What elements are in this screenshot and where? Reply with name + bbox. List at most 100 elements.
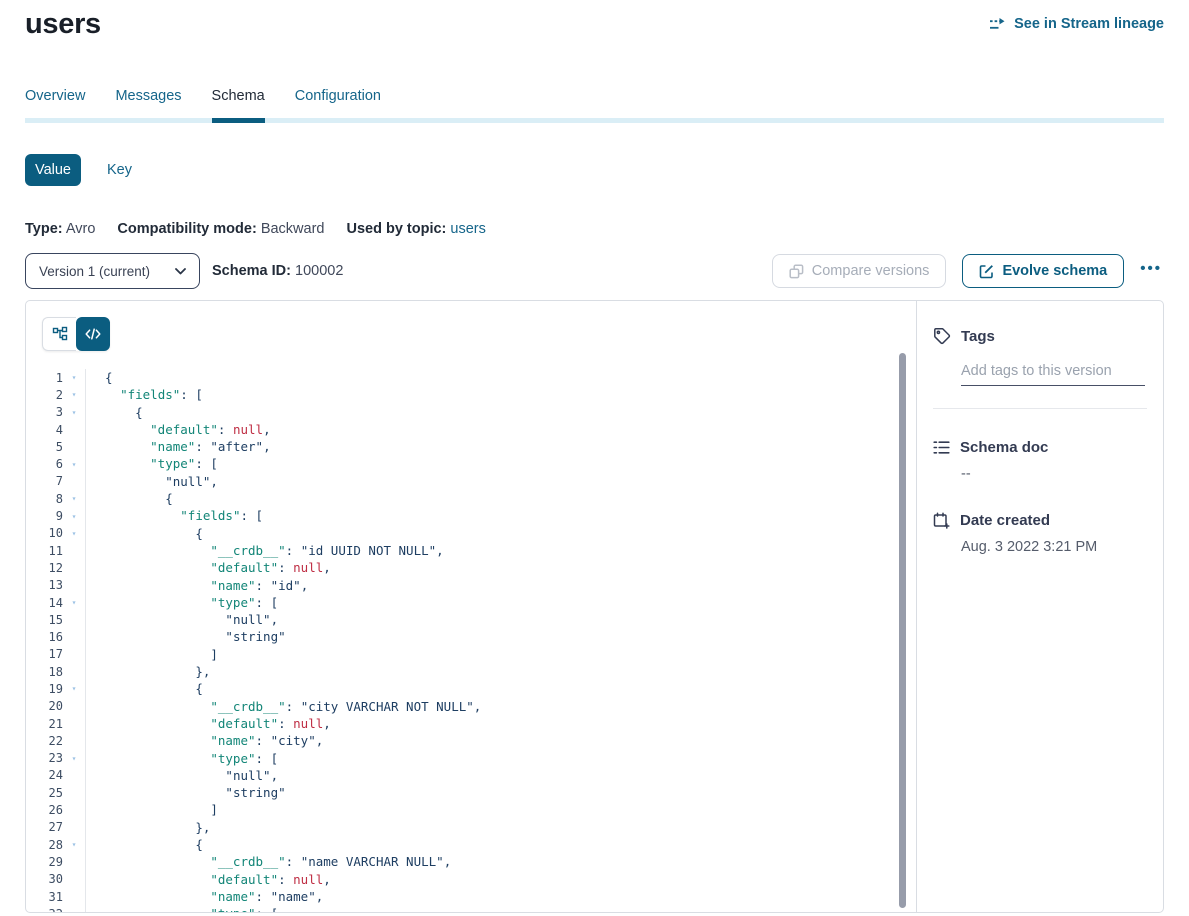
code-line: {: [105, 404, 916, 421]
code-line: "__crdb__": "city VARCHAR NOT NULL",: [105, 698, 916, 715]
code-line: "type": [: [105, 750, 916, 767]
date-created-value: Aug. 3 2022 3:21 PM: [961, 539, 1147, 555]
compare-versions-button[interactable]: Compare versions: [772, 254, 947, 288]
line-number: 14: [26, 596, 63, 610]
line-number: 23: [26, 751, 63, 765]
code-line: "__crdb__": "id UUID NOT NULL",: [105, 542, 916, 559]
tab-configuration[interactable]: Configuration: [295, 88, 381, 123]
fold-toggle-icon[interactable]: ▾: [63, 494, 85, 503]
date-created-section: Date created Aug. 3 2022 3:21 PM: [933, 512, 1147, 555]
list-icon: [933, 440, 950, 455]
line-number: 28: [26, 838, 63, 852]
code-line: "default": null,: [105, 421, 916, 438]
fold-toggle-icon[interactable]: ▾: [63, 529, 85, 538]
line-number: 13: [26, 578, 63, 592]
fold-toggle-icon[interactable]: ▾: [63, 754, 85, 763]
add-tags-input[interactable]: [961, 363, 1145, 386]
line-number: 2: [26, 388, 63, 402]
page-title: users: [25, 8, 101, 41]
editor-gutter: 1▾2▾3▾456▾78▾9▾10▾11121314▾1516171819▾20…: [26, 369, 85, 913]
line-number: 9: [26, 509, 63, 523]
line-number: 1: [26, 371, 63, 385]
line-number: 26: [26, 803, 63, 817]
line-number: 22: [26, 734, 63, 748]
fold-toggle-icon[interactable]: ▾: [63, 684, 85, 693]
version-select[interactable]: Version 1 (current): [25, 253, 200, 289]
page-header: users See in Stream lineage: [25, 0, 1164, 41]
tab-schema[interactable]: Schema: [212, 88, 265, 123]
code-line: ]: [105, 646, 916, 663]
calendar-plus-icon: [933, 512, 950, 529]
code-line: },: [105, 663, 916, 680]
ellipsis-icon: •••: [1140, 260, 1162, 277]
line-number: 29: [26, 855, 63, 869]
fold-toggle-icon[interactable]: ▾: [63, 909, 85, 913]
schema-doc-section: Schema doc --: [933, 439, 1147, 482]
schema-id: Schema ID: 100002: [212, 263, 343, 279]
code-line: ]: [105, 801, 916, 818]
key-toggle-button[interactable]: Key: [107, 162, 132, 178]
tab-messages[interactable]: Messages: [115, 88, 181, 123]
fold-toggle-icon[interactable]: ▾: [63, 598, 85, 607]
meta-topic-label: Used by topic:: [346, 221, 446, 237]
meta-compatibility-label: Compatibility mode:: [117, 221, 256, 237]
tree-view-button[interactable]: [42, 317, 76, 351]
code-line: {: [105, 525, 916, 542]
fold-toggle-icon[interactable]: ▾: [63, 390, 85, 399]
line-number: 7: [26, 474, 63, 488]
fold-toggle-icon[interactable]: ▾: [63, 460, 85, 469]
meta-type: Type: Avro: [25, 221, 95, 237]
tags-heading: Tags: [961, 328, 995, 345]
line-number: 30: [26, 872, 63, 886]
schema-id-label: Schema ID:: [212, 263, 291, 279]
schema-doc-value: --: [961, 466, 1147, 482]
meta-compatibility: Compatibility mode: Backward: [117, 221, 324, 237]
version-select-value: Version 1 (current): [39, 264, 150, 279]
fold-toggle-icon[interactable]: ▾: [63, 512, 85, 521]
stream-lineage-icon: [989, 17, 1007, 31]
line-number: 5: [26, 440, 63, 454]
line-number: 16: [26, 630, 63, 644]
stream-lineage-link[interactable]: See in Stream lineage: [989, 16, 1164, 32]
schema-doc-heading-row: Schema doc: [933, 439, 1147, 456]
editor-view-toggle: [42, 317, 110, 351]
schema-panel: 1▾2▾3▾456▾78▾9▾10▾11121314▾1516171819▾20…: [25, 300, 1164, 913]
code-line: "string": [105, 628, 916, 645]
schema-doc-heading: Schema doc: [960, 439, 1048, 456]
line-number: 24: [26, 768, 63, 782]
meta-compatibility-value: Backward: [261, 221, 325, 237]
value-toggle-button[interactable]: Value: [25, 154, 81, 186]
line-number: 10: [26, 526, 63, 540]
line-number: 8: [26, 492, 63, 506]
code-line: "fields": [: [105, 507, 916, 524]
tags-section: Tags: [933, 327, 1147, 386]
line-number: 11: [26, 544, 63, 558]
fold-toggle-icon[interactable]: ▾: [63, 373, 85, 382]
code-line: "type": [: [105, 905, 916, 913]
schema-meta: Type: Avro Compatibility mode: Backward …: [25, 221, 1164, 237]
more-actions-button[interactable]: •••: [1140, 260, 1164, 283]
chevron-down-icon: [175, 268, 186, 275]
code-view-button[interactable]: [76, 317, 110, 351]
code-line: "string": [105, 784, 916, 801]
code-line: "name": "name",: [105, 888, 916, 905]
schema-id-value: 100002: [295, 263, 343, 279]
tab-overview[interactable]: Overview: [25, 88, 85, 123]
line-number: 19: [26, 682, 63, 696]
compare-versions-label: Compare versions: [812, 263, 930, 279]
line-number: 18: [26, 665, 63, 679]
line-number: 15: [26, 613, 63, 627]
fold-toggle-icon[interactable]: ▾: [63, 408, 85, 417]
line-number: 25: [26, 786, 63, 800]
meta-type-value: Avro: [66, 221, 96, 237]
tag-icon: [933, 327, 951, 345]
version-toolbar: Version 1 (current) Schema ID: 100002 Co…: [25, 253, 1164, 289]
date-created-heading-row: Date created: [933, 512, 1147, 529]
code-line: {: [105, 680, 916, 697]
evolve-schema-button[interactable]: Evolve schema: [962, 254, 1124, 288]
topic-link[interactable]: users: [450, 221, 485, 237]
code-line: "name": "id",: [105, 577, 916, 594]
editor-scrollbar[interactable]: [899, 353, 906, 908]
fold-toggle-icon[interactable]: ▾: [63, 840, 85, 849]
code-line: "default": null,: [105, 559, 916, 576]
